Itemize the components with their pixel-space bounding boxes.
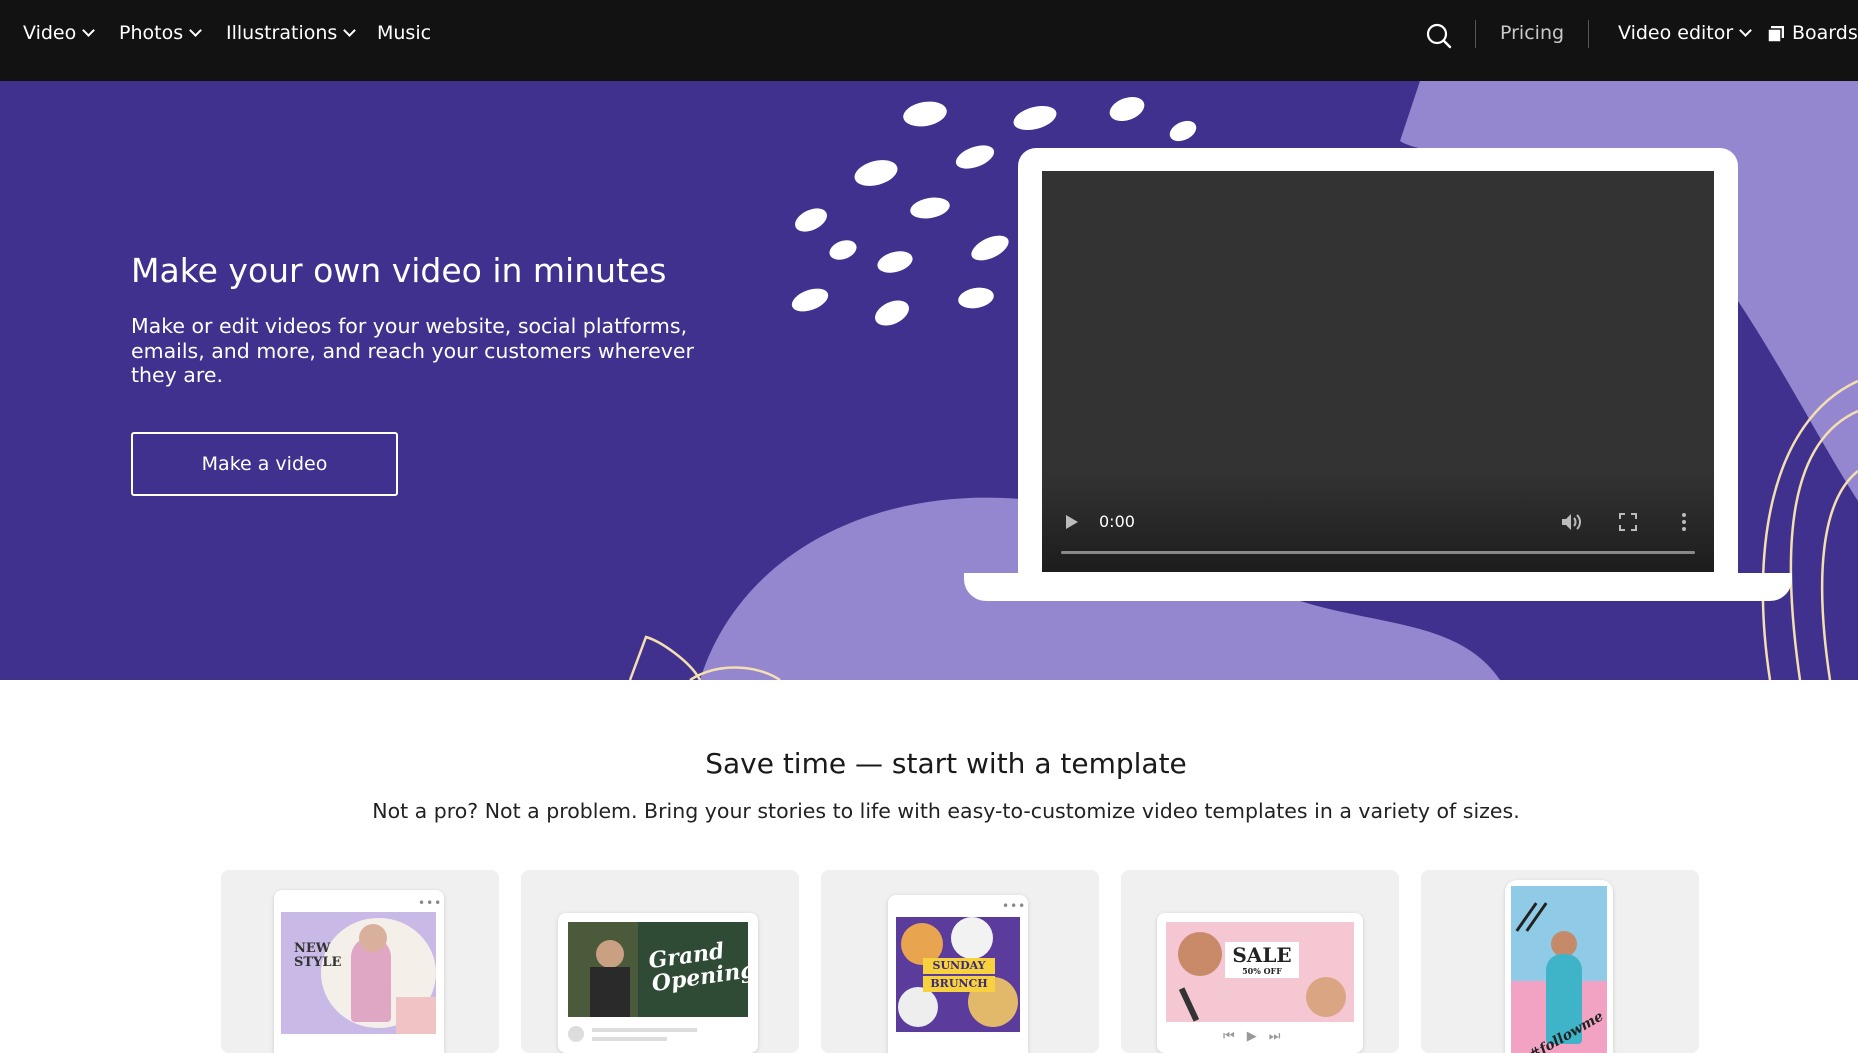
hero-title: Make your own video in minutes bbox=[131, 251, 667, 290]
video-time: 0:00 bbox=[1099, 512, 1135, 531]
nav-boards[interactable]: Boards bbox=[1767, 22, 1858, 44]
more-icon: ••• bbox=[1002, 899, 1027, 913]
nav-illustrations[interactable]: Illustrations bbox=[226, 22, 357, 44]
video-progress-bar[interactable] bbox=[1061, 551, 1695, 554]
chevron-down-icon bbox=[82, 23, 96, 37]
nav-video-label: Video bbox=[23, 22, 77, 44]
volume-icon[interactable] bbox=[1560, 512, 1582, 536]
template-preview: #followme bbox=[1505, 880, 1613, 1053]
templates-title: Save time — start with a template bbox=[705, 747, 1187, 780]
template-text-line: 50% OFF bbox=[1242, 966, 1282, 976]
template-card-new-style[interactable]: ••• NEW STYLE bbox=[221, 870, 499, 1053]
template-preview: SALE 50% OFF ⏮▶⏭ bbox=[1157, 913, 1363, 1053]
chevron-down-icon bbox=[1739, 23, 1753, 37]
hero-section: Make your own video in minutes Make or e… bbox=[0, 81, 1858, 680]
top-navigation-bar: Video Photos Illustrations Music Pricing… bbox=[0, 0, 1858, 81]
nav-divider bbox=[1588, 20, 1589, 48]
video-player[interactable] bbox=[1042, 171, 1714, 572]
template-card-sale[interactable]: SALE 50% OFF ⏮▶⏭ bbox=[1121, 870, 1399, 1053]
hero-description: Make or edit videos for your website, so… bbox=[131, 314, 694, 387]
template-card-grand-opening[interactable]: Grand Opening bbox=[521, 870, 799, 1053]
template-card-followme[interactable]: #followme bbox=[1421, 870, 1699, 1053]
nav-video-editor-label: Video editor bbox=[1618, 22, 1734, 44]
nav-video[interactable]: Video bbox=[23, 22, 96, 44]
template-preview: ••• SUNDAY BRUNCH bbox=[888, 895, 1028, 1053]
template-image bbox=[281, 912, 436, 1034]
template-text: SALE 50% OFF bbox=[1225, 942, 1299, 978]
template-text-line: BRUNCH bbox=[923, 976, 995, 992]
nav-photos[interactable]: Photos bbox=[119, 22, 202, 44]
nav-boards-label: Boards bbox=[1792, 22, 1858, 44]
nav-divider bbox=[1475, 20, 1476, 48]
templates-subtitle: Not a pro? Not a problem. Bring your sto… bbox=[372, 799, 1520, 823]
chevron-down-icon bbox=[343, 23, 357, 37]
nav-photos-label: Photos bbox=[119, 22, 184, 44]
nav-pricing-label: Pricing bbox=[1500, 22, 1565, 44]
nav-illustrations-label: Illustrations bbox=[226, 22, 338, 44]
template-preview: Grand Opening bbox=[558, 913, 758, 1053]
search-icon[interactable] bbox=[1425, 22, 1453, 50]
fullscreen-icon[interactable] bbox=[1619, 513, 1637, 535]
more-icon: ••• bbox=[418, 896, 443, 910]
nav-music[interactable]: Music bbox=[377, 22, 431, 44]
template-text-line: SUNDAY bbox=[923, 958, 995, 974]
template-preview: ••• NEW STYLE bbox=[274, 890, 444, 1053]
play-icon[interactable] bbox=[1065, 514, 1079, 534]
template-text-line: STYLE bbox=[294, 955, 342, 970]
template-text: SUNDAY BRUNCH bbox=[923, 958, 995, 992]
more-vertical-icon[interactable] bbox=[1681, 512, 1687, 536]
make-video-button[interactable]: Make a video bbox=[131, 432, 398, 496]
template-text-line: NEW bbox=[294, 941, 331, 956]
laptop-base bbox=[964, 573, 1792, 601]
template-card-sunday-brunch[interactable]: ••• SUNDAY BRUNCH bbox=[821, 870, 1099, 1053]
template-text-line: SALE bbox=[1232, 943, 1292, 967]
nav-music-label: Music bbox=[377, 22, 432, 44]
template-text: NEW STYLE bbox=[294, 942, 341, 970]
chevron-down-icon bbox=[189, 23, 202, 37]
playback-controls-icon: ⏮▶⏭ bbox=[1223, 1029, 1293, 1044]
nav-video-editor[interactable]: Video editor bbox=[1618, 22, 1753, 44]
boards-icon bbox=[1767, 25, 1784, 43]
nav-pricing[interactable]: Pricing bbox=[1500, 22, 1564, 44]
